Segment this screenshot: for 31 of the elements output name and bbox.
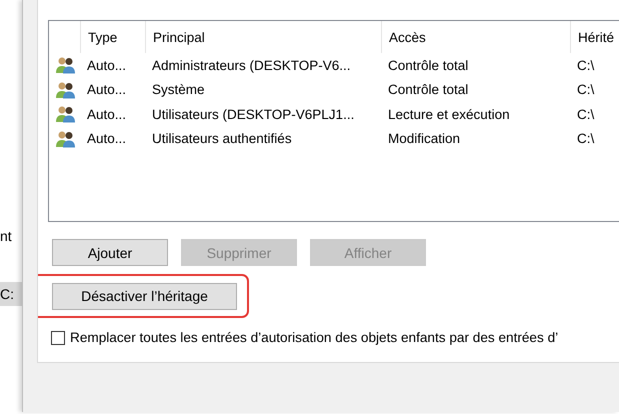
column-header[interactable]: Principal [145, 21, 381, 53]
table-cell-text: Système [151, 82, 206, 98]
add-button[interactable]: Ajouter [52, 239, 168, 266]
table-cell-text: C:\ [576, 82, 596, 98]
table-cell-text: C:\ [576, 58, 596, 73]
table-cell-text: Contrôle total [387, 82, 470, 98]
table-cell-text: C:\ [576, 131, 596, 146]
table-cell-text: Auto... [86, 131, 128, 146]
users-icon [55, 130, 77, 148]
table-cell-text: Auto... [86, 58, 128, 73]
permissions-list[interactable] [48, 20, 619, 222]
background-label: C: [0, 282, 22, 306]
table-cell-text: Administrateurs (DESKTOP-V6... [151, 58, 352, 73]
checkbox-label: Remplacer toutes les entrées d’autorisation des objets enfants par des entrées d’ [70, 330, 558, 345]
table-cell-text: Contrôle total [387, 58, 470, 73]
users-icon [55, 56, 77, 74]
table-cell-text: Lecture et exécution [387, 106, 511, 122]
column-header[interactable]: Accès [381, 21, 570, 53]
table-cell-text: C:\ [576, 106, 596, 122]
column-header[interactable]: Type [80, 21, 145, 53]
column-header[interactable]: Hérité [570, 21, 619, 53]
users-icon [55, 105, 77, 124]
users-icon [55, 80, 77, 99]
table-cell-text: Utilisateurs (DESKTOP-V6PLJ1... [151, 106, 356, 122]
table-cell-text: Auto... [86, 106, 128, 122]
table-cell-text: Utilisateurs authentifiés [151, 131, 293, 146]
background-label: nt [0, 228, 13, 244]
table-cell-text: Auto... [86, 82, 128, 98]
table-cell-text: Modification [387, 131, 462, 146]
disable-inheritance-button[interactable]: Désactiver l’héritage [52, 282, 237, 310]
checkbox[interactable] [51, 330, 65, 344]
